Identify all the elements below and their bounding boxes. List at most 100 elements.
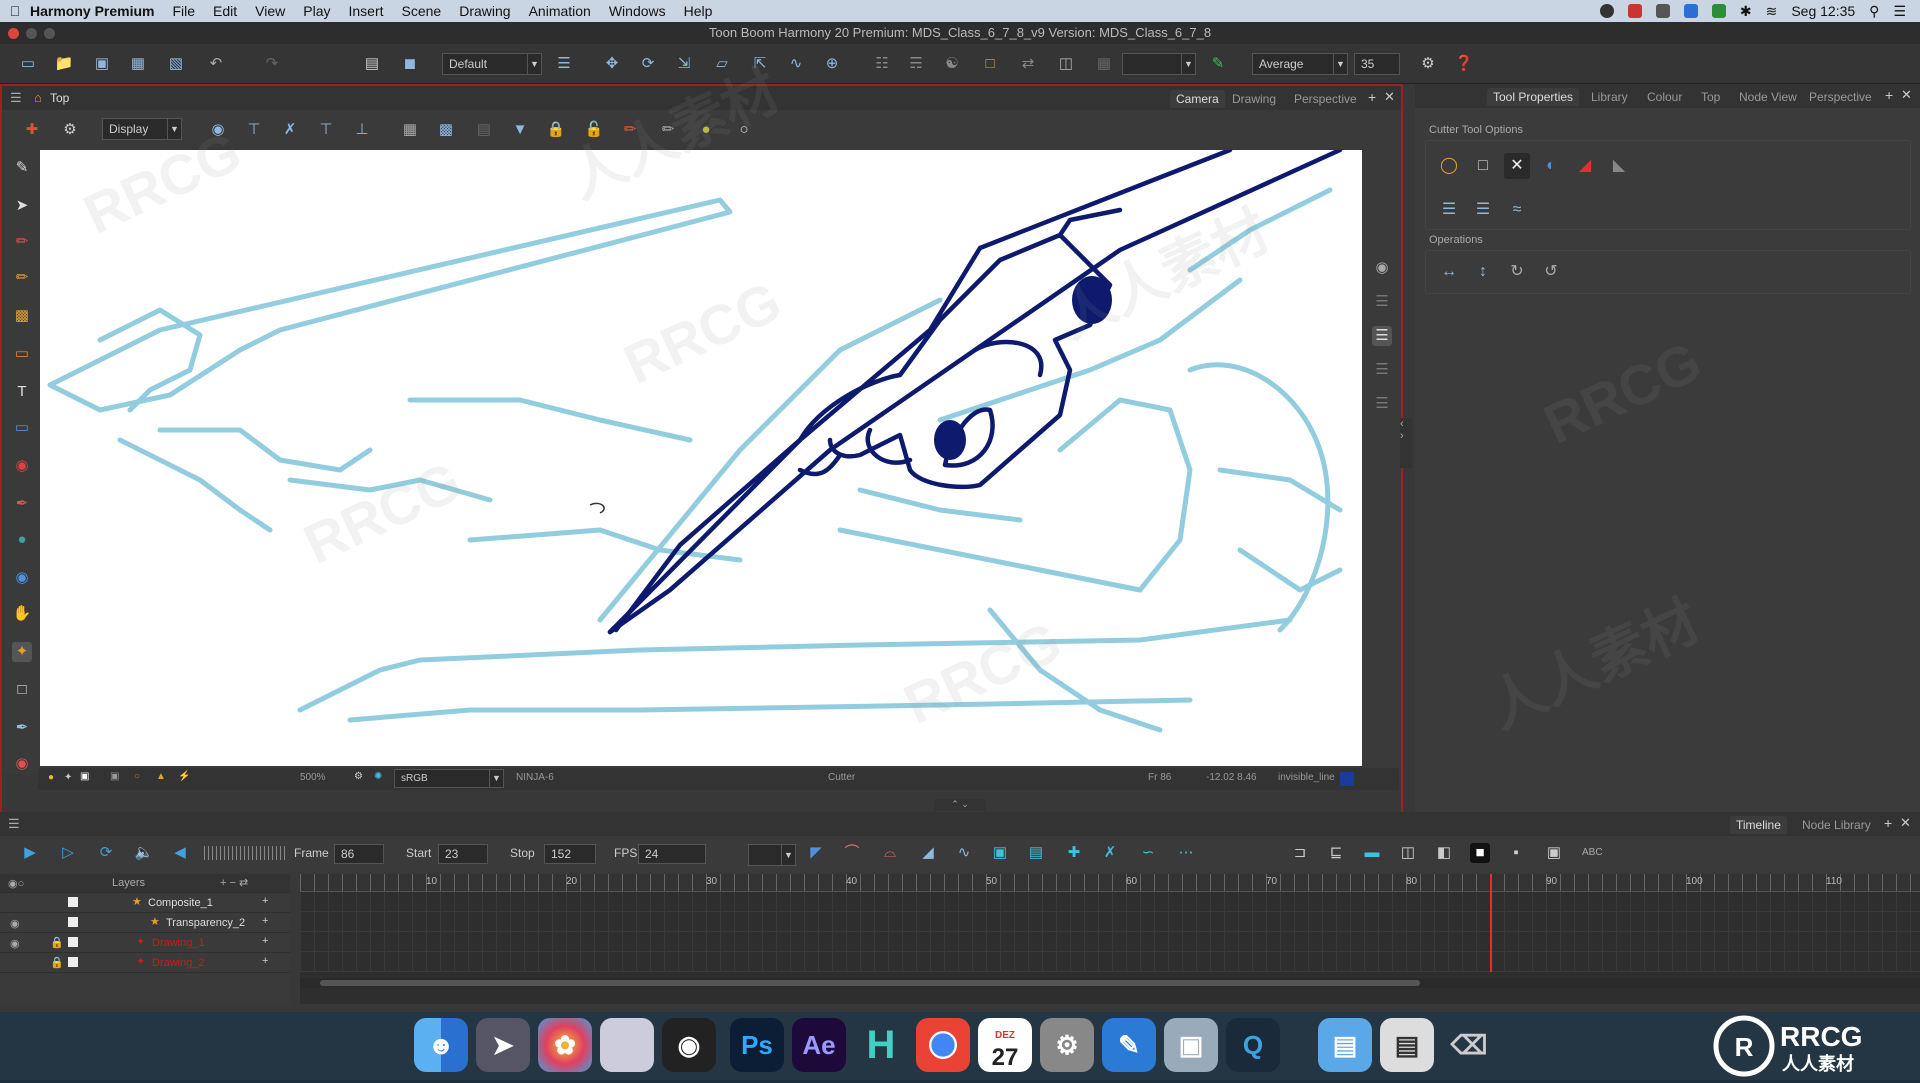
lightning-icon[interactable]: ⚡ <box>178 771 190 782</box>
center-icon[interactable]: ☯ <box>942 54 962 74</box>
brush-preset-icon[interactable]: ◉ <box>12 754 32 774</box>
flag-icon[interactable] <box>1711 4 1726 18</box>
timeline-splitter[interactable]: ⌃ ⌄ <box>934 799 986 811</box>
smoothing-amount-field[interactable]: 35 <box>1354 53 1400 75</box>
frame-field[interactable]: 86 <box>334 844 384 864</box>
text-tool-icon[interactable]: T <box>12 382 32 402</box>
settings-icon[interactable]: ⚙ <box>1040 1018 1094 1072</box>
fps-field[interactable]: 24 <box>638 844 706 864</box>
grid-icon[interactable]: ▦ <box>400 120 420 140</box>
layer-name[interactable]: Composite_1 <box>148 897 213 909</box>
trash-icon[interactable]: ⌫ <box>1442 1018 1496 1072</box>
add-tab-icon[interactable]: + <box>1884 815 1892 831</box>
zoom-window-icon[interactable] <box>44 28 55 39</box>
tab-colour[interactable]: Colour <box>1641 88 1688 106</box>
notes-icon[interactable]: ✎ <box>1102 1018 1156 1072</box>
status-cloud-icon[interactable] <box>1655 4 1670 18</box>
tab-perspective[interactable]: Perspective <box>1803 88 1878 106</box>
bulb-icon[interactable]: ○ <box>734 120 754 140</box>
tab-timeline[interactable]: Timeline <box>1730 816 1787 834</box>
sound-icon[interactable]: 🔈 <box>134 843 154 863</box>
layers-icon[interactable]: ☰ <box>1372 292 1392 312</box>
apply-to-all-icon[interactable]: ≈ <box>1504 197 1530 223</box>
tab-tool-properties[interactable]: Tool Properties <box>1487 88 1580 106</box>
bounding-box-icon[interactable]: □ <box>980 54 1000 74</box>
spotlight-icon[interactable]: ⚲ <box>1869 3 1879 20</box>
wifi-icon[interactable]: ≋ <box>1766 3 1778 20</box>
scale-icon[interactable]: ⇲ <box>674 54 694 74</box>
keyframe-type-dropdown[interactable]: ▼ <box>748 844 796 866</box>
start-field[interactable]: 23 <box>438 844 488 864</box>
tween-icon[interactable]: ∿ <box>954 843 974 863</box>
pencil-preset-icon[interactable]: ✎ <box>1208 54 1228 74</box>
tab-node-view[interactable]: Node View <box>1733 88 1803 106</box>
harmony-doc-icon[interactable]: ▤ <box>1380 1018 1434 1072</box>
app-name-menu[interactable]: Harmony Premium <box>30 3 154 19</box>
rotate-ccw-icon[interactable]: ↺ <box>1538 259 1564 285</box>
workspace-dropdown[interactable]: Default ▼ <box>442 53 542 75</box>
layer-bottom-icon[interactable]: ☰ <box>1372 394 1392 414</box>
layer-name[interactable]: Transparency_2 <box>166 917 245 929</box>
lock-icon[interactable]: 🔒 <box>50 936 64 949</box>
ease-icon[interactable]: ∽ <box>1138 843 1158 863</box>
panel-menu-icon[interactable]: ☰ <box>10 90 22 106</box>
apply-to-colour-icon[interactable]: ☰ <box>1470 197 1496 223</box>
add-pivot-icon[interactable]: ✚ <box>22 120 42 140</box>
open-scene-icon[interactable]: 📁 <box>54 54 74 74</box>
menu-edit[interactable]: Edit <box>213 3 237 19</box>
add-layer-icon[interactable]: + <box>262 895 268 907</box>
play-icon[interactable]: ▶ <box>20 843 40 863</box>
paint-tool-icon[interactable]: ◉ <box>12 456 32 476</box>
reset-transform-icon[interactable]: ✗ <box>280 120 300 140</box>
davinci-icon[interactable]: ◉ <box>662 1018 716 1072</box>
folder-icon[interactable]: ▤ <box>1318 1018 1372 1072</box>
after-effects-icon[interactable]: Ae <box>792 1018 846 1072</box>
pencil-line-icon[interactable]: ✏ <box>620 120 640 140</box>
visibility-header-icon[interactable]: ◉○ <box>8 877 24 890</box>
quicktime-icon[interactable]: Q <box>1226 1018 1280 1072</box>
panel-menu-icon[interactable]: ☰ <box>8 816 20 832</box>
frame-ruler[interactable] <box>300 874 1920 892</box>
insert-frame-icon[interactable]: ⊐ <box>1290 843 1310 863</box>
onion-icon[interactable]: ○ <box>134 771 140 782</box>
layer-color-swatch[interactable] <box>68 897 78 907</box>
new-scene-icon[interactable]: ▭ <box>18 54 38 74</box>
ease-out-icon[interactable]: ⌓ <box>880 843 900 863</box>
menu-file[interactable]: File <box>172 3 195 19</box>
frame-icon[interactable]: ▣ <box>80 771 89 782</box>
brush-tool-icon[interactable]: ✏ <box>12 232 32 252</box>
menu-scene[interactable]: Scene <box>402 3 442 19</box>
stop-motion-icon[interactable]: ◢ <box>918 843 938 863</box>
scrollbar-thumb[interactable] <box>320 980 1420 986</box>
contour-editor-icon[interactable]: ➤ <box>12 196 32 216</box>
harmony-icon[interactable]: H <box>854 1018 908 1072</box>
gear-icon[interactable]: ⚙ <box>1418 54 1438 74</box>
distribute-icon[interactable]: ☴ <box>906 54 926 74</box>
lock-icon[interactable]: 🔒 <box>546 120 566 140</box>
light-table-icon[interactable]: ▼ <box>510 120 530 140</box>
lasso-icon[interactable]: ◯ <box>1436 153 1462 179</box>
transform-tool-icon[interactable]: □ <box>12 680 32 700</box>
layer-below-icon[interactable]: ☰ <box>1372 360 1392 380</box>
bone-icon[interactable]: ∿ <box>786 54 806 74</box>
fill-empty-icon[interactable]: ▣ <box>1544 843 1564 863</box>
tab-perspective[interactable]: Perspective <box>1288 90 1363 108</box>
lock-icon[interactable]: 🔒 <box>50 956 64 969</box>
hand-tool-icon[interactable]: ✋ <box>12 604 32 624</box>
tab-drawing[interactable]: Drawing <box>1226 90 1282 108</box>
ease-in-icon[interactable]: ⌒ <box>842 843 862 863</box>
split-icon[interactable]: ◧ <box>1434 843 1454 863</box>
photos-icon[interactable]: ✿ <box>538 1018 592 1072</box>
layer-row[interactable]: 🔒 ✦ Drawing_2 + <box>0 954 290 973</box>
view-settings-icon[interactable]: ⚙ <box>60 120 80 140</box>
extend-exposure-icon[interactable]: ▬ <box>1362 843 1382 863</box>
shape-tool-icon[interactable]: ▭ <box>12 418 32 438</box>
brush-line-icon[interactable]: ✏ <box>658 120 678 140</box>
morph-tool-icon[interactable]: ◉ <box>12 568 32 588</box>
skew-icon[interactable]: ▱ <box>712 54 732 74</box>
duplicate-drawing-icon[interactable]: ▤ <box>1026 843 1046 863</box>
tip-style-icon[interactable]: ◐ <box>1538 153 1564 179</box>
current-color-swatch[interactable] <box>1340 772 1354 786</box>
stop-field[interactable]: 152 <box>544 844 596 864</box>
blank-cell-icon[interactable]: ▪ <box>1506 843 1526 863</box>
